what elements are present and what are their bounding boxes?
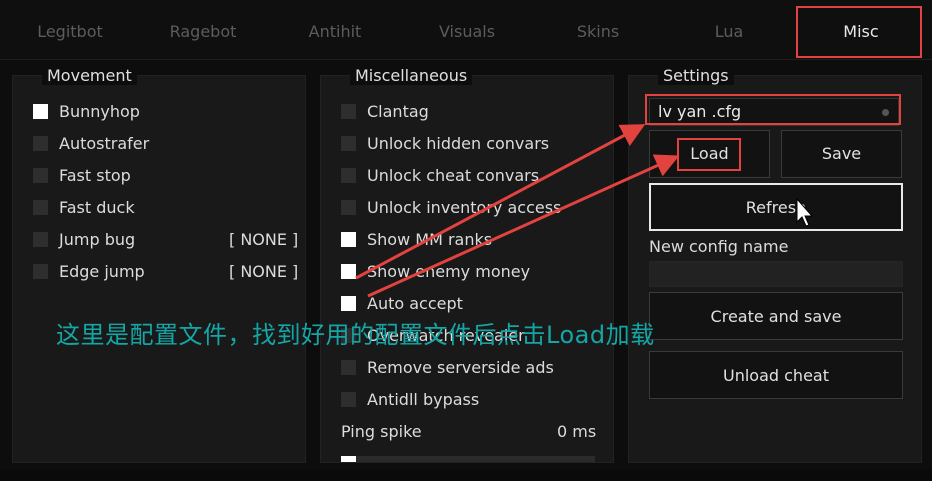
- tab-ragebot[interactable]: Ragebot: [138, 22, 268, 41]
- checkbox[interactable]: [341, 264, 356, 279]
- save-label: Save: [821, 144, 862, 163]
- save-button[interactable]: Save: [781, 130, 902, 178]
- movement-option-jump-bug[interactable]: Jump bug [ NONE ]: [33, 228, 298, 252]
- movement-option-bunnyhop[interactable]: Bunnyhop: [33, 100, 293, 124]
- movement-option-edge-jump[interactable]: Edge jump [ NONE ]: [33, 260, 298, 284]
- movement-option-fast-stop[interactable]: Fast stop: [33, 164, 293, 188]
- option-label: Jump bug: [59, 230, 136, 249]
- new-config-input[interactable]: [649, 261, 903, 287]
- create-and-save-button[interactable]: Create and save: [649, 292, 903, 340]
- load-button-highlight: [677, 138, 741, 171]
- option-label: Autostrafer: [59, 134, 150, 153]
- new-config-label: New config name: [649, 237, 789, 256]
- keybind-button[interactable]: [ NONE ]: [229, 262, 298, 281]
- tab-antihit[interactable]: Antihit: [270, 22, 400, 41]
- misc-option-remove-serverside-ads[interactable]: Remove serverside ads: [341, 356, 611, 380]
- option-label: Bunnyhop: [59, 102, 140, 121]
- option-label: Show enemy money: [367, 262, 531, 281]
- option-label: Clantag: [367, 102, 429, 121]
- tab-visuals[interactable]: Visuals: [402, 22, 532, 41]
- misc-option-auto-accept[interactable]: Auto accept: [341, 292, 611, 316]
- checkbox[interactable]: [33, 232, 48, 247]
- settings-panel: Settings lv yan .cfg Load Save Refresh N…: [628, 66, 922, 463]
- option-label: Fast stop: [59, 166, 131, 185]
- refresh-label: Refresh: [745, 198, 807, 217]
- misc-option-unlock-cheat-convars[interactable]: Unlock cheat convars: [341, 164, 611, 188]
- settings-title: Settings: [658, 66, 734, 85]
- option-label: Unlock cheat convars: [367, 166, 540, 185]
- ping-spike-value: 0 ms: [557, 422, 597, 441]
- option-label: Antidll bypass: [367, 390, 480, 409]
- option-label: Remove serverside ads: [367, 358, 554, 377]
- option-label: Auto accept: [367, 294, 463, 313]
- checkbox[interactable]: [33, 104, 48, 119]
- option-label: Unlock hidden convars: [367, 134, 550, 153]
- misc-option-clantag[interactable]: Clantag: [341, 100, 611, 124]
- tab-bar: Legitbot Ragebot Antihit Visuals Skins L…: [0, 0, 932, 60]
- ping-spike-slider[interactable]: [341, 456, 595, 462]
- unload-label: Unload cheat: [723, 366, 829, 385]
- misc-option-antidll-bypass[interactable]: Antidll bypass: [341, 388, 611, 412]
- option-label: Edge jump: [59, 262, 145, 281]
- misc-option-unlock-hidden-convars[interactable]: Unlock hidden convars: [341, 132, 611, 156]
- bottom-strip: [0, 470, 932, 481]
- create-label: Create and save: [710, 307, 842, 326]
- option-label: Fast duck: [59, 198, 135, 217]
- checkbox[interactable]: [33, 264, 48, 279]
- unload-cheat-button[interactable]: Unload cheat: [649, 351, 903, 399]
- tab-legitbot[interactable]: Legitbot: [5, 22, 135, 41]
- checkbox[interactable]: [341, 136, 356, 151]
- checkbox[interactable]: [33, 200, 48, 215]
- checkbox[interactable]: [341, 104, 356, 119]
- slider-fill: [341, 456, 356, 462]
- movement-panel: Movement Bunnyhop Autostrafer Fast stop …: [12, 66, 306, 463]
- checkbox[interactable]: [341, 168, 356, 183]
- option-label: Unlock inventory access: [367, 198, 562, 217]
- misc-tab-highlight: [796, 6, 922, 58]
- keybind-button[interactable]: [ NONE ]: [229, 230, 298, 249]
- tab-skins[interactable]: Skins: [533, 22, 663, 41]
- checkbox[interactable]: [341, 232, 356, 247]
- config-dropdown-highlight: [645, 94, 901, 125]
- checkbox[interactable]: [341, 360, 356, 375]
- miscellaneous-panel: Miscellaneous Clantag Unlock hidden conv…: [320, 66, 614, 463]
- refresh-button[interactable]: Refresh: [649, 183, 903, 231]
- checkbox[interactable]: [341, 392, 356, 407]
- checkbox[interactable]: [341, 296, 356, 311]
- checkbox[interactable]: [341, 200, 356, 215]
- misc-option-show-enemy-money[interactable]: Show enemy money: [341, 260, 611, 284]
- checkbox[interactable]: [33, 168, 48, 183]
- movement-option-fast-duck[interactable]: Fast duck: [33, 196, 293, 220]
- option-label: Show MM ranks: [367, 230, 493, 249]
- annotation-text: 这里是配置文件，找到好用的配置文件后点击Load加载: [56, 321, 655, 349]
- movement-option-autostrafer[interactable]: Autostrafer: [33, 132, 293, 156]
- misc-option-show-mm-ranks[interactable]: Show MM ranks: [341, 228, 611, 252]
- miscellaneous-title: Miscellaneous: [350, 66, 473, 85]
- ping-spike-label: Ping spike: [341, 422, 422, 441]
- checkbox[interactable]: [33, 136, 48, 151]
- tab-lua[interactable]: Lua: [664, 22, 794, 41]
- misc-option-unlock-inventory-access[interactable]: Unlock inventory access: [341, 196, 611, 220]
- movement-title: Movement: [42, 66, 137, 85]
